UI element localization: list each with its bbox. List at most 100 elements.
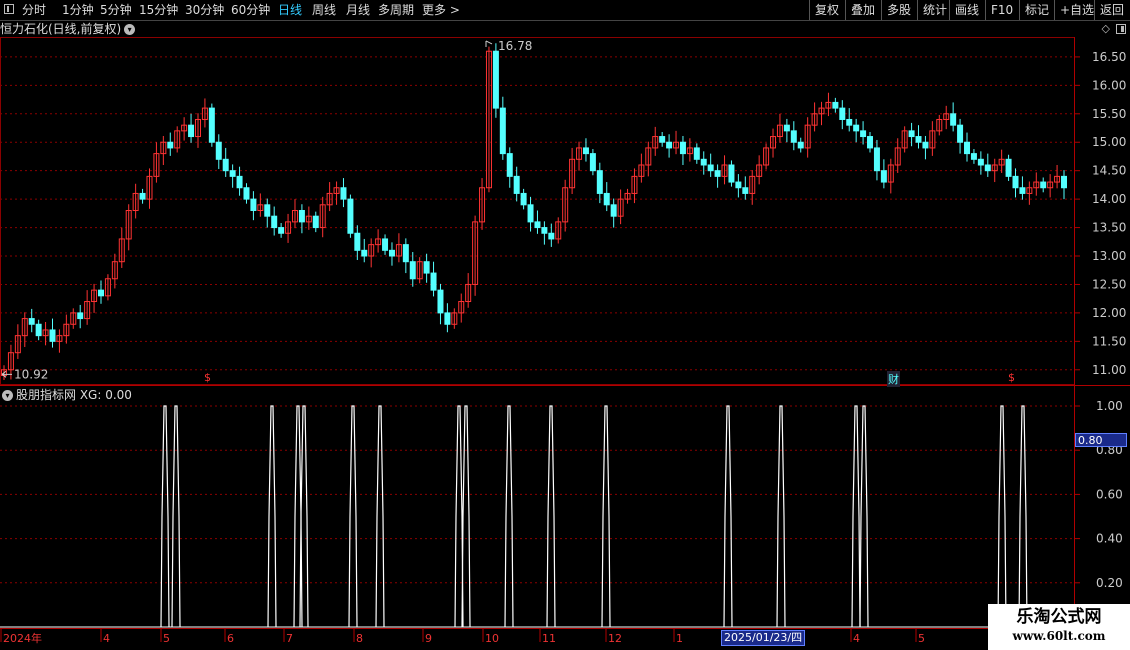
candle-body bbox=[243, 187, 250, 200]
signal-spike bbox=[723, 405, 733, 628]
candle-body bbox=[970, 153, 977, 160]
date-tick-label: 8 bbox=[356, 632, 363, 645]
candle-body bbox=[423, 261, 430, 274]
indicator-tick-label: 0.20 bbox=[1096, 576, 1123, 590]
candle-body bbox=[950, 113, 957, 126]
candle-body bbox=[783, 124, 790, 132]
candle-body bbox=[707, 164, 714, 172]
signal-spike bbox=[1018, 405, 1028, 628]
kline-chart[interactable]: 16.50 16.00 15.50 15.00 14.50 14.00 13.50 13.00… bbox=[0, 0, 1130, 650]
indicator-title[interactable]: ▾ 股朋指标网 XG: 0.00 bbox=[0, 387, 132, 403]
candle-body bbox=[167, 141, 174, 149]
candle-body bbox=[964, 141, 971, 155]
candle-body bbox=[548, 232, 555, 240]
indicator-value-box: 0.80 bbox=[1075, 433, 1127, 447]
candle-body bbox=[437, 289, 444, 314]
candle-body bbox=[49, 329, 56, 342]
candle-body bbox=[860, 130, 867, 138]
candle-body bbox=[264, 204, 271, 217]
candle-body bbox=[1019, 187, 1026, 194]
candle-body bbox=[867, 136, 874, 149]
signal-spike bbox=[776, 405, 786, 628]
candle-body bbox=[790, 130, 797, 143]
candle-body bbox=[908, 130, 915, 138]
signal-spike bbox=[546, 405, 556, 628]
date-tick-label: 6 bbox=[227, 632, 234, 645]
watermark-logo: 乐淘公式网 www.60lt.com bbox=[988, 604, 1130, 650]
date-tick-label: 7 bbox=[286, 632, 293, 645]
candle-body bbox=[382, 238, 389, 251]
candle-body bbox=[1012, 175, 1019, 189]
price-tick-label: 11.00 bbox=[1092, 363, 1126, 377]
candle-body bbox=[666, 141, 673, 149]
candle-body bbox=[915, 136, 922, 143]
date-tick-label: 9 bbox=[425, 632, 432, 645]
candle-body bbox=[1061, 175, 1067, 189]
candle-body bbox=[347, 198, 354, 234]
candle-body bbox=[957, 124, 964, 143]
date-tick-label: 5 bbox=[163, 632, 170, 645]
signal-spike bbox=[859, 405, 869, 628]
price-tick-label: 15.50 bbox=[1092, 107, 1126, 121]
date-tick-label: 11 bbox=[542, 632, 556, 645]
candle-body bbox=[839, 107, 846, 120]
date-tick-label: 4 bbox=[853, 632, 860, 645]
candle-body bbox=[298, 210, 305, 223]
candle-body bbox=[35, 323, 42, 337]
candle-body bbox=[97, 289, 104, 297]
signal-spike bbox=[171, 405, 181, 628]
candle-body bbox=[278, 227, 285, 234]
signal-spike bbox=[375, 405, 385, 628]
candle-body bbox=[853, 124, 860, 132]
candle-body bbox=[402, 244, 409, 263]
event-marker-cai[interactable]: 财 bbox=[887, 371, 900, 387]
candle-body bbox=[250, 198, 257, 212]
event-marker-s1[interactable]: $ bbox=[204, 371, 211, 384]
high-arrow bbox=[485, 40, 493, 47]
candle-body bbox=[693, 147, 700, 160]
price-tick-label: 13.50 bbox=[1092, 221, 1126, 235]
candle-body bbox=[444, 312, 451, 325]
candle-body bbox=[208, 107, 215, 143]
candle-body bbox=[846, 118, 853, 126]
date-tick-label: 10 bbox=[485, 632, 499, 645]
chevron-down-icon[interactable]: ▾ bbox=[2, 390, 13, 401]
signal-spike bbox=[851, 405, 861, 628]
candle-body bbox=[832, 101, 839, 109]
date-tick-label: 12 bbox=[608, 632, 622, 645]
candle-body bbox=[312, 215, 319, 229]
indicator-tick-label: 1.00 bbox=[1096, 399, 1123, 413]
candle-body bbox=[388, 249, 395, 257]
date-tick-label: 5 bbox=[918, 632, 925, 645]
date-tick-label: 2024年 bbox=[3, 631, 42, 645]
candle-body bbox=[229, 170, 236, 177]
candle-body bbox=[361, 249, 368, 257]
low-price-label: 10.92 bbox=[14, 367, 48, 381]
candle-body bbox=[271, 215, 278, 229]
candle-body bbox=[222, 158, 229, 172]
candle-body bbox=[880, 170, 887, 183]
candle-body bbox=[728, 164, 735, 183]
signal-spike bbox=[997, 405, 1007, 628]
candle-body bbox=[742, 187, 749, 194]
price-tick-label: 15.00 bbox=[1092, 135, 1126, 149]
signal-spike bbox=[504, 405, 514, 628]
price-tick-label: 12.00 bbox=[1092, 306, 1126, 320]
candle-body bbox=[873, 147, 880, 172]
candle-body bbox=[139, 192, 146, 200]
indicator-tick-label: 0.60 bbox=[1096, 487, 1123, 501]
candle-body bbox=[520, 192, 527, 206]
candle-body bbox=[1005, 158, 1012, 177]
price-tick-label: 14.00 bbox=[1092, 192, 1126, 206]
candle-body bbox=[534, 221, 541, 229]
candle-body bbox=[77, 312, 84, 320]
candle-body bbox=[582, 147, 589, 155]
candle-body bbox=[700, 158, 707, 166]
candle-body bbox=[589, 153, 596, 172]
candle-body bbox=[797, 141, 804, 149]
candle-body bbox=[506, 153, 513, 177]
candle-body bbox=[430, 272, 437, 291]
candle-body bbox=[984, 164, 991, 172]
watermark-line2: www.60lt.com bbox=[1012, 629, 1106, 643]
event-marker-s2[interactable]: $ bbox=[1008, 371, 1015, 384]
